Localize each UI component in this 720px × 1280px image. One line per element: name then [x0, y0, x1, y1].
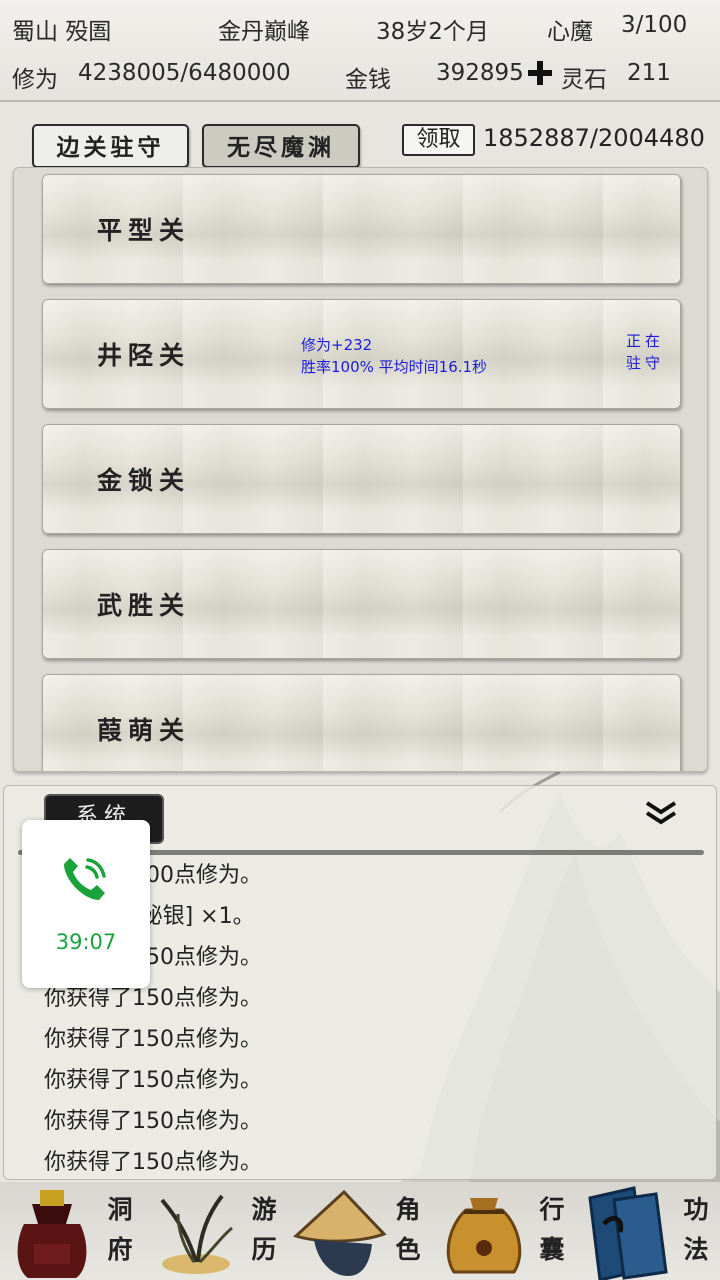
treasure-bag-icon: [17, 1190, 87, 1278]
money-label: 金钱: [345, 67, 391, 93]
pass-name: 井陉关: [97, 341, 191, 370]
spirit-stone-label: 灵石: [561, 67, 607, 93]
nav-label: 洞府: [107, 1195, 133, 1264]
herb-icon: [160, 1194, 233, 1274]
nav-character[interactable]: 角色: [288, 1182, 432, 1280]
pouch-icon: [446, 1198, 522, 1274]
realm-text: 金丹巅峰: [218, 19, 310, 45]
call-overlay[interactable]: 39:07: [22, 820, 150, 988]
nav-label: 功法: [683, 1195, 709, 1264]
bottom-nav: 洞府 游历 角色 行囊 功法: [0, 1182, 720, 1280]
age-text: 38岁2个月: [376, 19, 489, 45]
money-value: 392895: [436, 60, 524, 86]
status-bar: 蜀山 殁圄 金丹巅峰 38岁2个月 心魔 3/100 修为 4238005/64…: [0, 0, 720, 102]
call-timer: 39:07: [55, 930, 117, 954]
log-line: 你获得了150点修为。: [44, 1150, 262, 1175]
log-line: 你获得了150点修为。: [44, 1068, 262, 1093]
nav-label: 角色: [395, 1195, 421, 1264]
straw-hat-icon: [293, 1189, 387, 1276]
location-text: 蜀山 殁圄: [12, 19, 112, 45]
pass-name: 葭萌关: [97, 716, 191, 745]
pass-name: 平型关: [97, 216, 191, 245]
nav-travel[interactable]: 游历: [144, 1182, 288, 1280]
nav-techniques[interactable]: 功法: [576, 1182, 720, 1280]
nav-cave-dwelling[interactable]: 洞府: [0, 1182, 144, 1280]
nav-inventory[interactable]: 行囊: [432, 1182, 576, 1280]
tab-endless-abyss[interactable]: 无尽魔渊: [202, 124, 360, 168]
spirit-stone-value: 211: [627, 60, 671, 86]
scroll-books-icon: [588, 1186, 668, 1280]
cultivation-label: 修为: [12, 67, 58, 93]
pass-card[interactable]: 井陉关 修为+232 胜率100% 平均时间16.1秒 正在驻守: [42, 299, 681, 409]
pass-win-rate: 胜率100% 平均时间16.1秒: [301, 358, 488, 376]
pass-list[interactable]: 平型关 井陉关 修为+232 胜率100% 平均时间16.1秒 正在驻守 金锁关…: [13, 167, 708, 772]
log-line: 你获得了150点修为。: [44, 1109, 262, 1134]
nav-label: 行囊: [539, 1195, 565, 1264]
collapse-chevron-icon[interactable]: [644, 800, 678, 826]
nav-label: 游历: [251, 1195, 277, 1264]
pass-card[interactable]: 金锁关: [42, 424, 681, 534]
claim-button[interactable]: 领取: [402, 124, 475, 156]
tab-frontier-guard[interactable]: 边关驻守: [32, 124, 189, 168]
phone-call-icon: [64, 858, 106, 900]
pass-name: 武胜关: [97, 591, 191, 620]
guarding-status: 正在驻守: [625, 332, 664, 372]
log-line: 你获得了150点修为。: [44, 1027, 262, 1052]
demon-value: 3/100: [621, 12, 688, 38]
cultivation-value: 4238005/6480000: [78, 60, 291, 86]
pass-cultivation-gain: 修为+232: [301, 336, 373, 354]
pass-name: 金锁关: [97, 466, 191, 495]
pass-card[interactable]: 武胜关: [42, 549, 681, 659]
pass-card[interactable]: 平型关: [42, 174, 681, 284]
add-money-icon[interactable]: [526, 59, 554, 87]
demon-label: 心魔: [547, 19, 593, 45]
claim-progress: 1852887/2004480: [483, 124, 705, 152]
pass-card[interactable]: 葭萌关: [42, 674, 681, 771]
